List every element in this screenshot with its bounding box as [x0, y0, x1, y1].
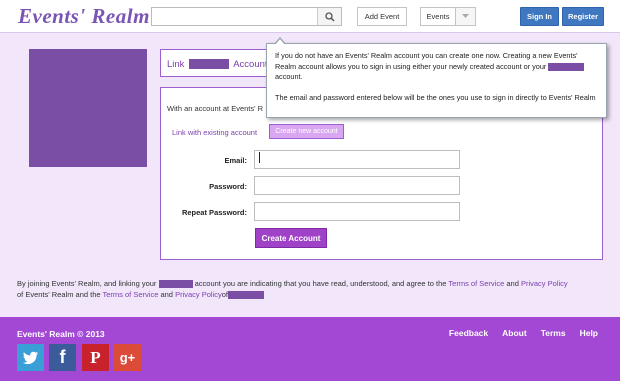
disclaimer-text-3: of Events' Realm and the	[17, 290, 101, 299]
search-icon	[324, 11, 335, 22]
footer-copyright: Events' Realm © 2013	[17, 329, 105, 339]
register-button[interactable]: Register	[562, 7, 604, 26]
site-footer: Events' Realm © 2013 Feedback About Term…	[0, 317, 620, 381]
pinterest-icon[interactable]: P	[82, 344, 109, 371]
password-field[interactable]	[254, 176, 460, 195]
tooltip-text-1b: account.	[275, 72, 303, 81]
text-cursor	[259, 152, 260, 163]
disclaimer-and-1: and	[506, 279, 519, 288]
top-header: Events' Realm Add Event Events Sign In R…	[0, 0, 620, 33]
tooltip-arrow-fill	[275, 38, 285, 45]
link-account-title: Link Account	[167, 59, 268, 70]
facebook-icon[interactable]: f	[49, 344, 76, 371]
disclaimer-text-2: account you are indicating that you have…	[194, 279, 447, 288]
disclaimer-text-1: By joining Events' Realm, and linking yo…	[17, 279, 157, 288]
provider-privacy-link[interactable]: Privacy Policy	[175, 290, 222, 299]
footer-link-feedback[interactable]: Feedback	[449, 328, 488, 338]
add-event-button[interactable]: Add Event	[357, 7, 407, 26]
privacy-policy-link[interactable]: Privacy Policy	[521, 279, 568, 288]
provider-terms-link[interactable]: Terms of Service	[103, 290, 159, 299]
search-input[interactable]	[152, 8, 318, 25]
email-label: Email:	[224, 156, 247, 165]
repeat-password-label: Repeat Password:	[181, 208, 247, 217]
sign-in-button[interactable]: Sign In	[520, 7, 559, 26]
twitter-icon[interactable]	[17, 344, 44, 371]
link-title-prefix: Link	[167, 59, 185, 70]
chevron-down-icon	[462, 14, 469, 18]
with-account-text: With an account at Events' R	[167, 104, 264, 113]
email-field[interactable]	[254, 150, 460, 169]
redacted-provider	[158, 280, 193, 289]
redacted-provider	[228, 291, 265, 300]
tooltip-paragraph-2: The email and password entered below wil…	[275, 92, 596, 102]
search-button[interactable]	[317, 8, 341, 25]
footer-link-about[interactable]: About	[502, 328, 527, 338]
tab-link-existing-account[interactable]: Link with existing account	[172, 128, 257, 137]
profile-image	[29, 49, 147, 167]
repeat-password-field[interactable]	[254, 202, 460, 221]
footer-link-help[interactable]: Help	[580, 328, 598, 338]
tooltip-text-1a: If you do not have an Events' Realm acco…	[275, 51, 578, 71]
link-title-suffix: Account	[233, 59, 268, 70]
terms-disclaimer: By joining Events' Realm, and linking yo…	[17, 278, 607, 300]
terms-of-service-link[interactable]: Terms of Service	[448, 279, 504, 288]
redacted-provider	[548, 62, 585, 71]
events-dropdown-button[interactable]: Events	[420, 7, 456, 26]
create-account-button[interactable]: Create Account	[255, 228, 327, 248]
footer-nav: Feedback About Terms Help	[449, 328, 598, 338]
site-logo[interactable]: Events' Realm	[18, 4, 150, 29]
google-plus-icon[interactable]: g+	[114, 344, 141, 371]
disclaimer-and-2: and	[160, 290, 173, 299]
search-box	[151, 7, 342, 26]
create-account-tooltip: If you do not have an Events' Realm acco…	[266, 43, 607, 118]
tab-create-new-account[interactable]: Create new account	[269, 124, 344, 139]
footer-link-terms[interactable]: Terms	[541, 328, 566, 338]
redacted-provider	[189, 59, 230, 70]
events-dropdown-toggle[interactable]	[455, 7, 476, 26]
tooltip-paragraph-1: If you do not have an Events' Realm acco…	[275, 51, 598, 83]
password-label: Password:	[209, 182, 247, 191]
